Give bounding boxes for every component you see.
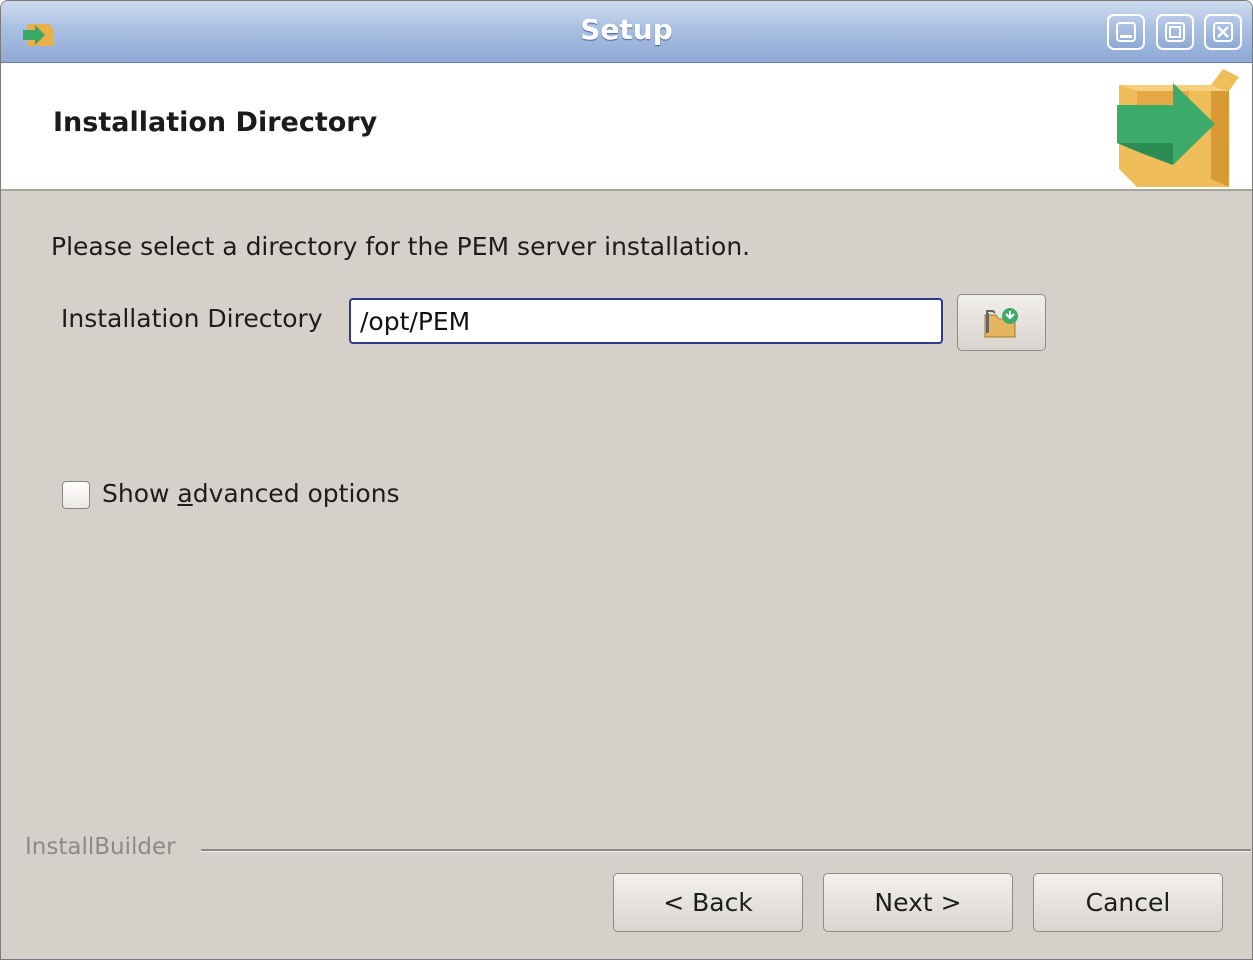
title-bar[interactable]: Setup <box>1 1 1252 63</box>
page-title: Installation Directory <box>53 107 378 138</box>
installation-directory-input[interactable] <box>349 298 943 344</box>
window-title: Setup <box>580 13 673 46</box>
directory-label: Installation Directory <box>61 304 323 333</box>
footer-divider <box>201 849 1251 852</box>
minimize-icon <box>1116 22 1136 42</box>
folder-browse-icon <box>984 308 1018 338</box>
show-advanced-options-checkbox[interactable] <box>62 481 90 509</box>
next-button[interactable]: Next > <box>823 873 1013 932</box>
close-button[interactable] <box>1204 14 1242 50</box>
page-header: Installation Directory <box>1 63 1252 191</box>
maximize-button[interactable] <box>1156 14 1194 50</box>
installbuilder-brand: InstallBuilder <box>25 834 184 860</box>
browse-folder-button[interactable] <box>957 294 1046 351</box>
install-box-arrow-icon <box>1117 69 1239 187</box>
setup-window: Setup Installation Directory Please sele… <box>0 0 1253 960</box>
maximize-icon <box>1165 22 1185 42</box>
show-advanced-options-label[interactable]: Show advanced options <box>102 479 400 508</box>
cancel-button[interactable]: Cancel <box>1033 873 1223 932</box>
minimize-button[interactable] <box>1107 14 1145 50</box>
back-button[interactable]: < Back <box>613 873 803 932</box>
instruction-text: Please select a directory for the PEM se… <box>51 232 751 261</box>
close-icon <box>1213 22 1233 42</box>
